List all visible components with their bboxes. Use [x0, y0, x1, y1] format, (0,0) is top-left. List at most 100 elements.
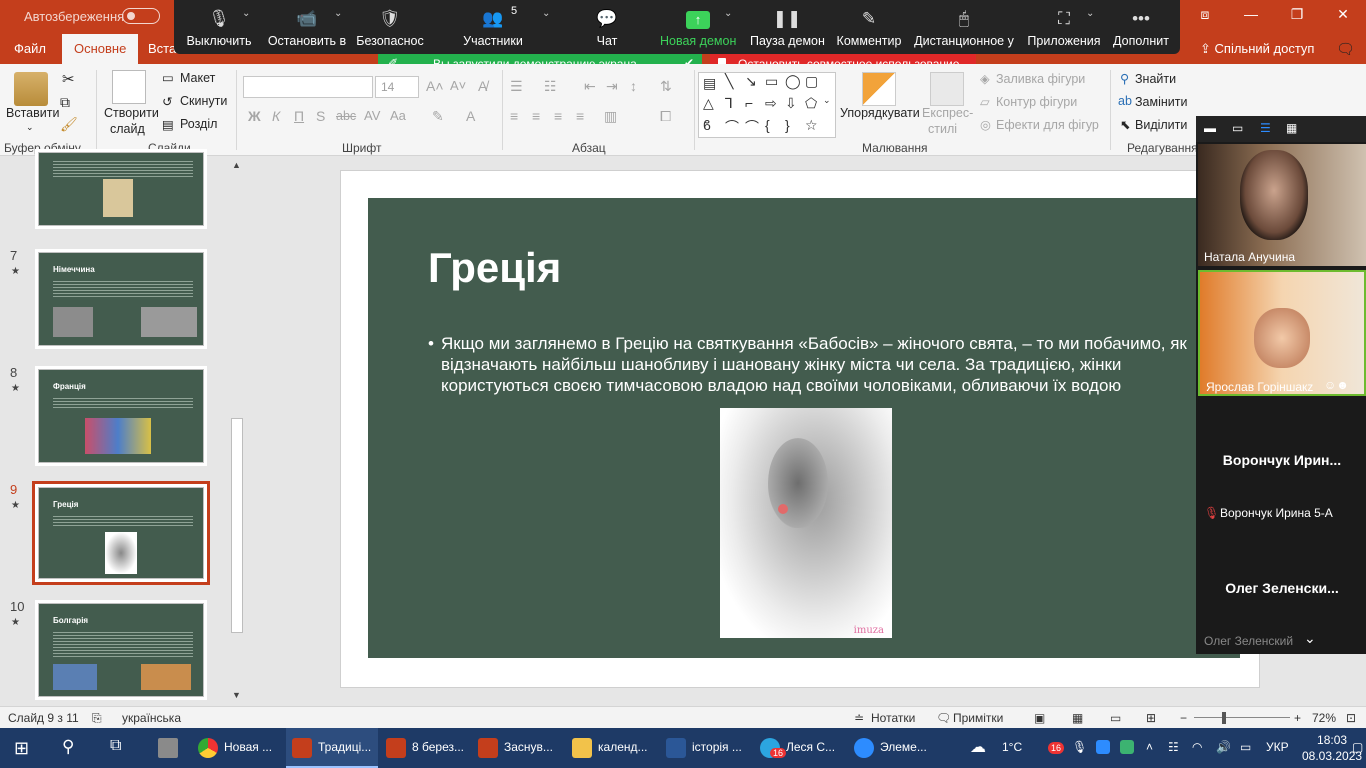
- speaker-view-icon[interactable]: ☰: [1260, 121, 1271, 135]
- slide-thumbnail-9[interactable]: Греція: [35, 484, 207, 582]
- paste-icon[interactable]: [14, 72, 48, 106]
- italic-icon[interactable]: К: [272, 108, 280, 124]
- share-button[interactable]: ⇪ Спільний доступ: [1200, 41, 1314, 57]
- arrange-icon[interactable]: [862, 72, 896, 106]
- zoom-slider-handle[interactable]: [1222, 712, 1226, 724]
- down-arrow-shape-icon[interactable]: ⇩: [785, 95, 797, 112]
- shape-outline-icon[interactable]: ▱: [980, 94, 990, 109]
- shape-effects-icon[interactable]: ◎: [980, 117, 991, 132]
- slide-title[interactable]: Греція: [428, 244, 561, 292]
- shape-fill-button[interactable]: Заливка фігури: [996, 72, 1085, 86]
- quick-styles-button-line2[interactable]: стилі: [928, 122, 957, 136]
- line-spacing-icon[interactable]: ↕: [630, 78, 637, 94]
- chevron-down-icon[interactable]: ⌄: [242, 8, 250, 19]
- arrange-button[interactable]: Упорядкувати: [840, 106, 920, 120]
- notes-icon[interactable]: ≐: [854, 711, 864, 725]
- zoom-in-icon[interactable]: +: [1294, 711, 1301, 725]
- select-button[interactable]: Виділити: [1135, 118, 1187, 132]
- scroll-down-icon[interactable]: ▼: [232, 690, 241, 700]
- numbering-icon[interactable]: ☷: [544, 78, 557, 95]
- new-slide-button-line2[interactable]: слайд: [110, 122, 145, 136]
- taskbar-telegram[interactable]: Леся С... 16: [754, 728, 844, 768]
- taskbar-word[interactable]: історія ...: [660, 728, 750, 768]
- connector-shape-icon[interactable]: ⅂: [725, 95, 733, 112]
- elbow-shape-icon[interactable]: ⌐: [745, 95, 753, 111]
- slide-thumbnail[interactable]: [35, 149, 207, 229]
- weather-cloud-icon[interactable]: ☁: [970, 737, 986, 757]
- comments-status-icon[interactable]: 🗨: [936, 711, 951, 725]
- paste-button[interactable]: Вставити: [6, 106, 59, 120]
- scrollbar-thumb[interactable]: [231, 418, 243, 633]
- shape-fill-icon[interactable]: ◈: [980, 71, 990, 86]
- change-case-icon[interactable]: Aa: [390, 108, 406, 123]
- zoom-slider[interactable]: [1194, 717, 1290, 718]
- font-size-input[interactable]: 14: [375, 76, 419, 98]
- more-button[interactable]: ••• Дополнит: [1108, 0, 1174, 54]
- minimize-panel-icon[interactable]: ▬: [1204, 121, 1216, 135]
- new-slide-button[interactable]: Створити: [104, 106, 159, 120]
- shapes-gallery[interactable]: ▤ ╲ ↘ ▭ ◯ ▢ △ ⅂ ⌐ ⇨ ⇩ ⬠ ϐ ⌒ ⌒ { } ☆ ⌄: [698, 72, 836, 138]
- thumbnail-view-icon[interactable]: ▭: [1232, 121, 1243, 135]
- bullets-icon[interactable]: ☰: [510, 78, 523, 95]
- quick-styles-button[interactable]: Експрес-: [922, 106, 973, 120]
- zoom-tray-icon[interactable]: [1096, 740, 1110, 754]
- layout-button[interactable]: Макет: [180, 71, 215, 85]
- reading-view-icon[interactable]: ▭: [1110, 711, 1121, 725]
- shadow-icon[interactable]: S: [316, 108, 325, 124]
- tray-badge[interactable]: 16: [1048, 742, 1065, 754]
- chevron-down-icon[interactable]: ⌄: [1086, 8, 1094, 19]
- video-tile-active-speaker[interactable]: Ярослав Горіншакz ☺☻: [1198, 270, 1366, 396]
- taskbar-zoom[interactable]: Элеме...: [848, 728, 938, 768]
- strikethrough-icon[interactable]: abc: [336, 109, 356, 123]
- increase-indent-icon[interactable]: ⇥: [606, 78, 618, 95]
- tab-file[interactable]: Файл: [14, 41, 46, 56]
- notifications-icon[interactable]: ▢: [1352, 740, 1363, 754]
- clear-format-icon[interactable]: A̸: [478, 78, 487, 94]
- reset-button[interactable]: Скинути: [180, 94, 227, 108]
- video-tile[interactable]: Натала Анучина: [1198, 144, 1366, 266]
- app-tray-icon[interactable]: [1120, 740, 1134, 754]
- line-shape-icon[interactable]: ╲: [725, 73, 733, 90]
- align-left-icon[interactable]: ≡: [510, 108, 518, 124]
- slide-sorter-icon[interactable]: ▦: [1072, 711, 1083, 725]
- weather-temp[interactable]: 1°С: [1002, 740, 1022, 754]
- pause-share-button[interactable]: ❚❚ Пауза демон: [750, 0, 825, 54]
- scroll-up-icon[interactable]: ▲: [232, 160, 241, 170]
- freeform-shape-icon[interactable]: ϐ: [703, 117, 711, 133]
- calculator-icon[interactable]: [158, 738, 178, 758]
- slide-photo[interactable]: imuza: [720, 408, 892, 638]
- comments-button[interactable]: Примітки: [953, 711, 1003, 725]
- windows-start-icon[interactable]: ⊞: [14, 738, 29, 759]
- font-name-input[interactable]: [243, 76, 373, 98]
- copy-icon[interactable]: ⧉: [60, 94, 70, 111]
- textbox-shape-icon[interactable]: ▤: [703, 75, 716, 92]
- tab-home[interactable]: Основне: [62, 34, 139, 64]
- slide-thumbnail-7[interactable]: Німеччина: [35, 249, 207, 349]
- taskbar-file-explorer[interactable]: календ...: [566, 728, 656, 768]
- cut-icon[interactable]: ✂: [62, 70, 75, 88]
- ribbon-display-icon[interactable]: ⧈: [1190, 6, 1220, 23]
- rounded-rect-shape-icon[interactable]: ▢: [805, 73, 818, 90]
- font-color-icon[interactable]: A: [466, 108, 475, 124]
- notes-button[interactable]: Нотатки: [871, 711, 915, 725]
- autosave-toggle[interactable]: [122, 8, 160, 24]
- decrease-indent-icon[interactable]: ⇤: [584, 78, 596, 95]
- task-view-icon[interactable]: ⧉: [110, 737, 121, 755]
- video-tile[interactable]: Ворончук Ирин... 🎙 Ворончук Ирина 5-А: [1198, 400, 1366, 524]
- find-button[interactable]: Знайти: [1135, 72, 1176, 86]
- align-right-icon[interactable]: ≡: [554, 108, 562, 124]
- chevron-down-icon[interactable]: ⌄: [542, 8, 550, 19]
- brace-left-shape-icon[interactable]: {: [765, 117, 770, 133]
- language[interactable]: українська: [122, 711, 181, 725]
- chevron-down-icon[interactable]: ⌄: [334, 8, 342, 19]
- align-center-icon[interactable]: ≡: [532, 108, 540, 124]
- slide-thumbnail-8[interactable]: Франція: [35, 366, 207, 466]
- shape-effects-button[interactable]: Ефекти для фігур: [996, 118, 1099, 132]
- slideshow-icon[interactable]: ⊞: [1146, 711, 1156, 725]
- slide-body-text[interactable]: • Якщо ми заглянемо в Грецію на святкува…: [428, 333, 1198, 396]
- microphone-icon[interactable]: 🎙: [1072, 740, 1087, 754]
- section-icon[interactable]: ▤: [162, 117, 174, 132]
- oval-shape-icon[interactable]: ◯: [785, 73, 801, 90]
- pentagon-shape-icon[interactable]: ⬠: [805, 95, 817, 112]
- right-arrow-shape-icon[interactable]: ⇨: [765, 95, 777, 112]
